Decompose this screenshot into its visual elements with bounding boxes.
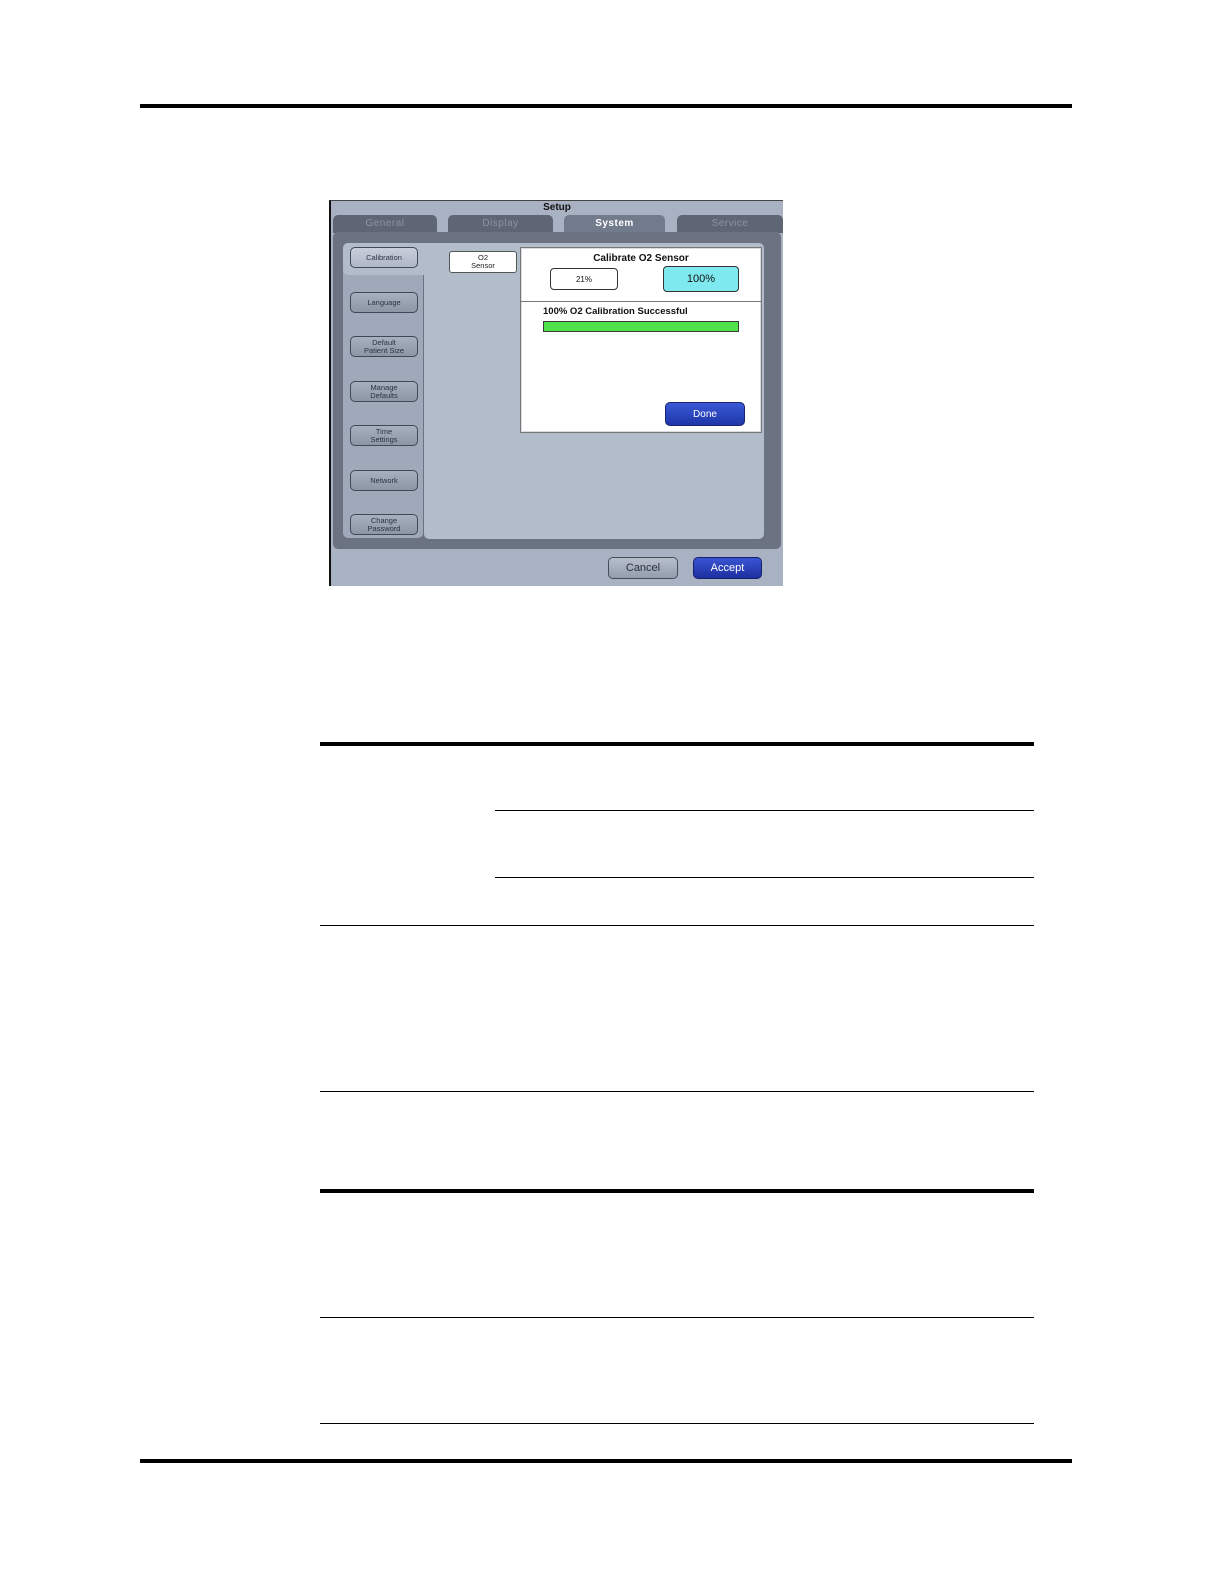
accept-button[interactable]: Accept xyxy=(693,557,762,579)
sidebar-item-time-settings[interactable]: Time Settings xyxy=(350,425,418,446)
sidebar-item-default-patient-size[interactable]: Default Patient Size xyxy=(350,336,418,357)
calibrate-dialog: Calibrate O2 Sensor 21% 100% 100% O2 Cal… xyxy=(520,247,762,433)
tab-general[interactable]: General xyxy=(333,215,437,233)
sidebar-item-calibration[interactable]: Calibration xyxy=(350,247,418,268)
calibration-progress-fill xyxy=(544,322,738,331)
sidebar-item-language[interactable]: Language xyxy=(350,292,418,313)
screen-title: Setup xyxy=(543,202,571,213)
cancel-button[interactable]: Cancel xyxy=(608,557,678,579)
sidebar-item-change-password[interactable]: Change Password xyxy=(350,514,418,535)
header-rule xyxy=(140,104,1072,108)
done-button[interactable]: Done xyxy=(665,402,745,426)
setup-screenshot: Setup General Display System Service Cal… xyxy=(329,200,783,586)
calibration-status: 100% O2 Calibration Successful xyxy=(543,306,688,317)
o2-sensor-button[interactable]: O2 Sensor xyxy=(449,251,517,273)
tab-display[interactable]: Display xyxy=(448,215,553,233)
table-top-rule xyxy=(320,1189,1034,1193)
calibration-progress-bar xyxy=(543,321,739,332)
table-row-rule xyxy=(320,1091,1034,1092)
option-100-percent-button[interactable]: 100% xyxy=(663,266,739,292)
sidebar-item-network[interactable]: Network xyxy=(350,470,418,491)
tab-service[interactable]: Service xyxy=(677,215,783,233)
table-row-rule xyxy=(495,877,1034,878)
table-row-rule xyxy=(495,810,1034,811)
dialog-divider xyxy=(521,301,761,302)
option-21-percent-button[interactable]: 21% xyxy=(550,268,618,290)
footer-rule xyxy=(140,1459,1072,1463)
table-row-rule xyxy=(320,1423,1034,1424)
dialog-title: Calibrate O2 Sensor xyxy=(593,253,689,264)
table-row-rule xyxy=(320,925,1034,926)
table-top-rule xyxy=(320,742,1034,746)
table-row-rule xyxy=(320,1317,1034,1318)
sidebar-item-manage-defaults[interactable]: Manage Defaults xyxy=(350,381,418,402)
